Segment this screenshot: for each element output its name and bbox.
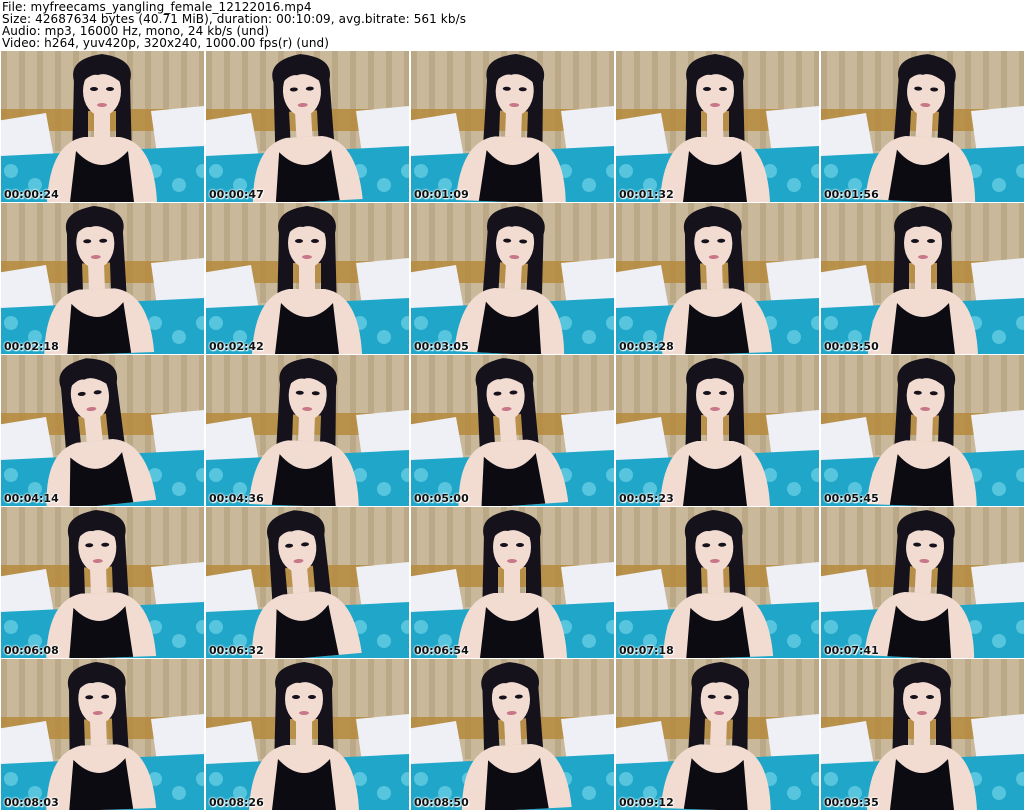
video-thumbnail: 00:04:36 [206,355,409,506]
video-thumbnail: 00:05:00 [411,355,614,506]
video-thumbnail: 00:03:50 [821,203,1024,354]
video-thumbnail: 00:05:45 [821,355,1024,506]
thumbnail-frame-image [616,51,819,202]
thumbnail-timestamp: 00:01:09 [414,188,469,201]
thumbnail-timestamp: 00:09:12 [619,796,674,809]
video-thumbnail: 00:04:14 [1,355,204,506]
video-thumbnail: 00:01:32 [616,51,819,202]
thumbnail-frame-image [821,51,1024,202]
thumbnail-frame-image [616,659,819,810]
thumbnail-timestamp: 00:00:24 [4,188,59,201]
thumbnail-frame-image [1,355,204,506]
video-thumbnail: 00:06:32 [206,507,409,658]
video-thumbnail: 00:00:47 [206,51,409,202]
video-thumbnail: 00:08:03 [1,659,204,810]
thumbnail-frame-image [1,203,204,354]
thumbnail-timestamp: 00:01:32 [619,188,674,201]
thumbnail-timestamp: 00:07:18 [619,644,674,657]
video-thumbnail: 00:00:24 [1,51,204,202]
video-thumbnail: 00:02:18 [1,203,204,354]
thumbnail-frame-image [411,659,614,810]
thumbnail-timestamp: 00:04:36 [209,492,264,505]
video-thumbnail: 00:05:23 [616,355,819,506]
thumbnail-timestamp: 00:04:14 [4,492,59,505]
video-thumbnail: 00:09:35 [821,659,1024,810]
thumbnail-timestamp: 00:05:45 [824,492,879,505]
video-thumbnail: 00:06:08 [1,507,204,658]
thumbnail-timestamp: 00:03:50 [824,340,879,353]
contact-sheet-header: File: myfreecams_yangling_female_1212201… [0,0,1024,50]
thumbnail-frame-image [821,507,1024,658]
thumbnail-grid: 00:00:24 00:00:47 00:01:09 00:01:32 00:01:56… [0,51,1024,811]
thumbnail-frame-image [206,51,409,202]
video-thumbnail: 00:07:41 [821,507,1024,658]
thumbnail-frame-image [616,203,819,354]
video-thumbnail: 00:06:54 [411,507,614,658]
thumbnail-timestamp: 00:03:28 [619,340,674,353]
thumbnail-frame-image [411,203,614,354]
video-thumbnail: 00:01:09 [411,51,614,202]
thumbnail-timestamp: 00:03:05 [414,340,469,353]
video-info-line: Video: h264, yuv420p, 320x240, 1000.00 f… [2,36,330,50]
thumbnail-frame-image [206,355,409,506]
thumbnail-frame-image [821,203,1024,354]
thumbnail-timestamp: 00:08:26 [209,796,264,809]
video-thumbnail: 00:07:18 [616,507,819,658]
thumbnail-frame-image [616,355,819,506]
thumbnail-frame-image [411,355,614,506]
video-thumbnail: 00:01:56 [821,51,1024,202]
thumbnail-frame-image [411,507,614,658]
thumbnail-timestamp: 00:06:32 [209,644,264,657]
thumbnail-timestamp: 00:02:42 [209,340,264,353]
thumbnail-timestamp: 00:02:18 [4,340,59,353]
thumbnail-timestamp: 00:09:35 [824,796,879,809]
thumbnail-frame-image [821,659,1024,810]
video-thumbnail: 00:02:42 [206,203,409,354]
thumbnail-timestamp: 00:01:56 [824,188,879,201]
thumbnail-timestamp: 00:06:54 [414,644,469,657]
video-thumbnail: 00:03:05 [411,203,614,354]
thumbnail-frame-image [206,203,409,354]
thumbnail-timestamp: 00:07:41 [824,644,879,657]
thumbnail-timestamp: 00:05:00 [414,492,469,505]
thumbnail-timestamp: 00:05:23 [619,492,674,505]
video-thumbnail: 00:03:28 [616,203,819,354]
thumbnail-timestamp: 00:08:50 [414,796,469,809]
video-thumbnail: 00:08:26 [206,659,409,810]
thumbnail-timestamp: 00:00:47 [209,188,264,201]
thumbnail-frame-image [411,51,614,202]
thumbnail-frame-image [1,659,204,810]
thumbnail-frame-image [616,507,819,658]
video-thumbnail: 00:09:12 [616,659,819,810]
thumbnail-timestamp: 00:06:08 [4,644,59,657]
thumbnail-frame-image [1,507,204,658]
thumbnail-timestamp: 00:08:03 [4,796,59,809]
thumbnail-frame-image [206,507,409,658]
thumbnail-frame-image [1,51,204,202]
video-thumbnail: 00:08:50 [411,659,614,810]
thumbnail-frame-image [821,355,1024,506]
thumbnail-frame-image [206,659,409,810]
